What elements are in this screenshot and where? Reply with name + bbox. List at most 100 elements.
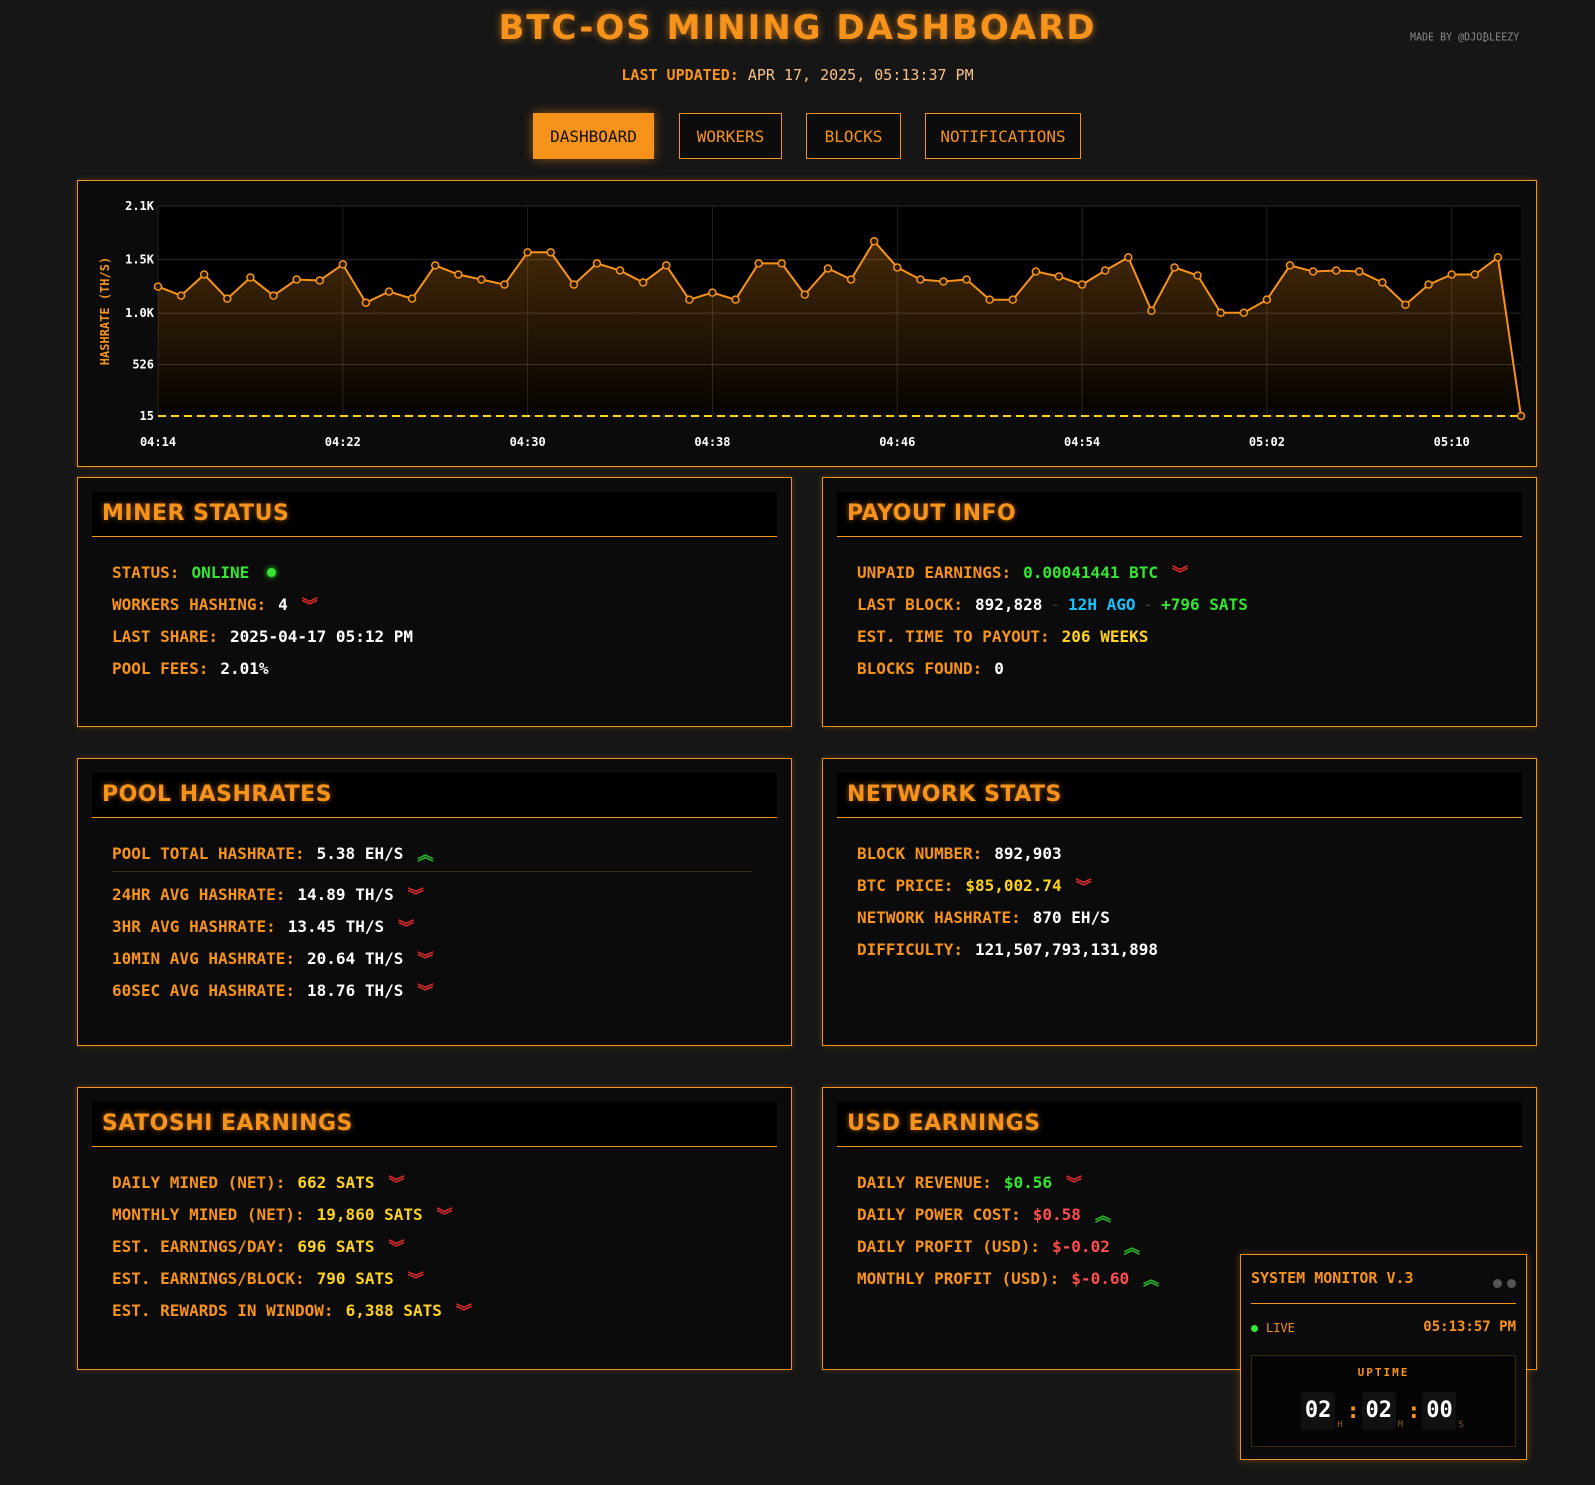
chart-data-point[interactable] — [384, 287, 394, 296]
pool-fees-row: POOL FEES: 2.01% — [112, 652, 761, 684]
chart-data-point[interactable] — [246, 273, 255, 282]
chart-data-point[interactable] — [638, 278, 648, 287]
close-dot-icon[interactable] — [1507, 1279, 1516, 1288]
difficulty-value: 121,507,793,131,898 — [974, 939, 1158, 959]
chart-data-point[interactable] — [1031, 267, 1041, 276]
chart-data-point[interactable] — [1516, 411, 1526, 421]
chart-data-point[interactable] — [546, 248, 555, 257]
chart-data-point[interactable] — [754, 259, 763, 268]
trend-down-icon: ︾ — [388, 1238, 405, 1257]
miner-status-card: MINER STATUS STATUS: ONLINE WORKERS HASHI… — [77, 477, 792, 727]
chart-data-point[interactable] — [869, 237, 879, 246]
chart-data-point[interactable] — [1378, 278, 1387, 287]
nav-workers-button[interactable]: WORKERS — [679, 113, 782, 159]
chart-data-point[interactable] — [500, 280, 509, 289]
last-share-row: LAST SHARE: 2025-04-17 05:12 PM — [112, 620, 761, 652]
chart-data-point[interactable] — [1008, 295, 1018, 304]
system-monitor-widget[interactable]: SYSTEM MONITOR V.3 LIVE 05:13:57 PM UPTI… — [1240, 1254, 1527, 1460]
chart-data-point[interactable] — [592, 259, 602, 268]
rewards-window-label: EST. REWARDS IN WINDOW: — [112, 1300, 334, 1320]
uptime-minutes: 02 — [1361, 1392, 1396, 1430]
chart-data-point[interactable] — [1077, 280, 1087, 289]
last-share-value: 2025-04-17 05:12 PM — [229, 626, 413, 646]
chart-data-point[interactable] — [223, 294, 232, 303]
payout-info-header: PAYOUT INFO — [837, 492, 1522, 537]
chart-data-point[interactable] — [1147, 306, 1156, 315]
pool-total-label: POOL TOTAL HASHRATE: — [112, 843, 305, 863]
chart-data-point[interactable] — [1124, 253, 1133, 262]
nav-blocks-button[interactable]: BLOCKS — [806, 113, 901, 159]
chart-data-point[interactable] — [893, 263, 902, 272]
blocks-found-value: 0 — [994, 658, 1004, 678]
unpaid-earnings-value: 0.00041441 BTC — [1023, 562, 1158, 582]
trend-down-icon: ︾ — [388, 1174, 405, 1193]
chart-data-point[interactable] — [708, 288, 717, 297]
chart-data-point[interactable] — [1285, 261, 1295, 270]
network-hashrate-value: 870 EH/S — [1032, 907, 1110, 927]
chart-data-point[interactable] — [1331, 266, 1341, 275]
chart-data-point[interactable] — [1493, 253, 1503, 262]
chart-data-point[interactable] — [1216, 308, 1225, 318]
chart-data-point[interactable] — [454, 270, 463, 279]
chart-data-point[interactable] — [1424, 280, 1433, 289]
chart-data-point[interactable] — [1262, 295, 1272, 304]
daily-mined-value: 662 SATS — [297, 1172, 375, 1192]
pool-total-row: POOL TOTAL HASHRATE: 5.38 EH/S ︽ — [112, 837, 761, 869]
daily-power-cost-row: DAILY POWER COST: $0.58 ︽ — [857, 1198, 1506, 1230]
chart-data-point[interactable] — [1447, 270, 1456, 279]
chart-y-axis-label: HASHRATE (TH/S) — [98, 257, 112, 365]
chart-data-point[interactable] — [1308, 267, 1318, 276]
chart-data-point[interactable] — [176, 291, 186, 300]
chart-data-point[interactable] — [777, 259, 786, 268]
rewards-window-value: 6,388 SATS — [345, 1300, 442, 1320]
chart-data-point[interactable] — [1054, 272, 1064, 281]
chart-data-point[interactable] — [661, 261, 671, 270]
earnings-block-value: 790 SATS — [316, 1268, 394, 1288]
chart-data-point[interactable] — [1355, 267, 1364, 276]
chart-data-point[interactable] — [985, 295, 994, 304]
chart-data-point[interactable] — [962, 275, 971, 284]
chart-data-point[interactable] — [916, 275, 925, 284]
network-hashrate-row: NETWORK HASHRATE: 870 EH/S — [857, 901, 1506, 933]
chart-data-point[interactable] — [800, 290, 810, 299]
chart-data-point[interactable] — [430, 261, 440, 270]
trend-down-icon: ︾ — [417, 950, 434, 969]
daily-mined-label: DAILY MINED (NET): — [112, 1172, 286, 1192]
chart-data-point[interactable] — [269, 291, 278, 300]
minimize-dot-icon[interactable] — [1493, 1279, 1502, 1288]
chart-data-point[interactable] — [407, 294, 417, 303]
chart-data-point[interactable] — [1239, 308, 1249, 318]
chart-data-point[interactable] — [823, 264, 833, 273]
chart-y-tick-label: 2.1K — [125, 199, 155, 213]
earnings-day-row: EST. EARNINGS/DAY: 696 SATS ︾ — [112, 1230, 761, 1262]
btc-price-label: BTC PRICE: — [857, 875, 954, 895]
hashrate-chart-card: 2.1K 1.5K 1.0K 526 15 04:14 04:22 04:30 04:38 04… — [77, 180, 1537, 467]
chart-data-point[interactable] — [731, 295, 740, 304]
chart-data-point[interactable] — [685, 295, 694, 304]
nav-dashboard-button[interactable]: DASHBOARD — [533, 113, 654, 159]
monitor-time: 05:13:57 PM — [1423, 1319, 1516, 1335]
chart-y-tick-label: 1.5K — [125, 253, 155, 267]
chart-data-point[interactable] — [846, 275, 856, 284]
chart-data-point[interactable] — [1401, 300, 1410, 309]
chart-data-point[interactable] — [615, 266, 625, 275]
chart-data-point[interactable] — [338, 260, 348, 269]
avg-24hr-value: 14.89 TH/S — [297, 884, 394, 904]
chart-data-point[interactable] — [939, 277, 948, 286]
nav-notifications-button[interactable]: NOTIFICATIONS — [925, 113, 1081, 159]
chart-data-point[interactable] — [361, 298, 371, 307]
chart-data-point[interactable] — [199, 270, 209, 279]
chart-data-point[interactable] — [1193, 271, 1202, 280]
chart-data-point[interactable] — [292, 275, 301, 284]
chart-data-point[interactable] — [477, 275, 486, 284]
chart-data-point[interactable] — [1470, 270, 1480, 279]
chart-data-point[interactable] — [1100, 266, 1110, 275]
chart-data-point[interactable] — [315, 276, 324, 285]
chart-data-point[interactable] — [569, 280, 579, 289]
last-block-row: LAST BLOCK: 892,828-12H AGO - +796 SATS — [857, 588, 1506, 620]
chart-data-point[interactable] — [153, 282, 163, 291]
chart-data-point[interactable] — [523, 248, 532, 257]
network-stats-card: NETWORK STATS BLOCK NUMBER: 892,903 BTC P… — [822, 758, 1537, 1046]
workers-hashing-row: WORKERS HASHING: 4 ︾ — [112, 588, 761, 620]
chart-data-point[interactable] — [1170, 263, 1179, 272]
